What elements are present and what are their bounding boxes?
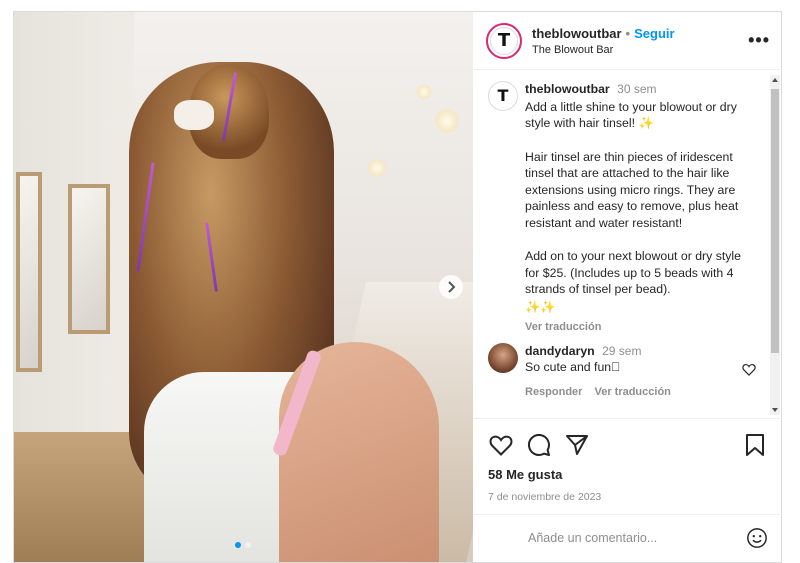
caption-time[interactable]: 30 sem: [617, 82, 656, 96]
brand-logo-icon: T: [497, 29, 511, 51]
scrollbar[interactable]: [770, 75, 780, 415]
see-translation-link[interactable]: Ver traducción: [525, 319, 758, 336]
like-button[interactable]: [488, 432, 514, 458]
next-image-button[interactable]: [439, 275, 463, 299]
post-date[interactable]: 7 de noviembre de 2023: [488, 491, 768, 503]
comments-scroll-area[interactable]: T theblowoutbar 30 sem Add a little shin…: [474, 71, 782, 417]
profile-avatar[interactable]: T: [486, 22, 522, 59]
scrunchie: [174, 100, 214, 130]
separator: •: [625, 25, 631, 41]
scroll-thumb[interactable]: [771, 89, 779, 353]
brand-logo-icon: T: [497, 86, 509, 105]
comment-text: So cute and fun􏿽: [525, 360, 621, 374]
scroll-down-icon[interactable]: [772, 408, 778, 412]
caption-emoji: ✨✨: [525, 299, 556, 314]
comment-item: dandydaryn 29 sem So cute and fun􏿽 Respo…: [488, 343, 758, 400]
mirror-left: [16, 172, 42, 372]
add-comment-bar: [474, 514, 782, 560]
bookmark-icon: [746, 434, 764, 456]
mirror-middle: [68, 184, 110, 334]
post-header: T theblowoutbar • Seguir The Blowout Bar •…: [474, 12, 782, 70]
carousel-dots: [235, 542, 251, 548]
like-comment-icon[interactable]: [742, 363, 756, 376]
caption-username[interactable]: theblowoutbar: [525, 82, 610, 96]
commenter-avatar[interactable]: [488, 343, 518, 373]
caption-paragraph: Add a little shine to your blowout or dr…: [525, 99, 737, 131]
instagram-post: T theblowoutbar • Seguir The Blowout Bar •…: [13, 11, 782, 563]
comment-input[interactable]: [528, 530, 746, 545]
likes-count[interactable]: 58 Me gusta: [488, 467, 768, 482]
emoji-icon[interactable]: [746, 527, 768, 549]
scroll-up-icon[interactable]: [772, 78, 778, 82]
ceiling-light: [367, 158, 387, 178]
more-options-icon[interactable]: •••: [748, 30, 770, 51]
follow-button[interactable]: Seguir: [634, 26, 674, 41]
chevron-right-icon: [448, 281, 456, 293]
share-icon: [566, 435, 588, 455]
comment-time[interactable]: 29 sem: [602, 344, 641, 358]
comment-username[interactable]: dandydaryn: [525, 344, 595, 358]
comment-button[interactable]: [526, 432, 552, 458]
comment-icon: [527, 433, 550, 456]
ceiling-light: [416, 84, 432, 100]
caption: T theblowoutbar 30 sem Add a little shin…: [488, 81, 758, 336]
caption-paragraph: Add on to your next blowout or dry style…: [525, 249, 741, 296]
heart-icon: [489, 435, 513, 456]
header-username[interactable]: theblowoutbar: [532, 26, 622, 41]
reply-link[interactable]: Responder: [525, 384, 582, 400]
post-image[interactable]: [14, 12, 473, 562]
comment-translate-link[interactable]: Ver traducción: [594, 384, 670, 400]
carousel-dot[interactable]: [245, 542, 251, 548]
save-button[interactable]: [742, 432, 768, 458]
post-actions: 58 Me gusta 7 de noviembre de 2023: [474, 418, 782, 503]
carousel-dot[interactable]: [235, 542, 241, 548]
share-button[interactable]: [564, 432, 590, 458]
header-subtitle[interactable]: The Blowout Bar: [532, 44, 748, 56]
caption-paragraph: Hair tinsel are thin pieces of iridescen…: [525, 149, 739, 230]
caption-avatar[interactable]: T: [488, 81, 518, 111]
ceiling-light: [434, 108, 460, 134]
post-sidebar: T theblowoutbar • Seguir The Blowout Bar •…: [474, 12, 782, 562]
